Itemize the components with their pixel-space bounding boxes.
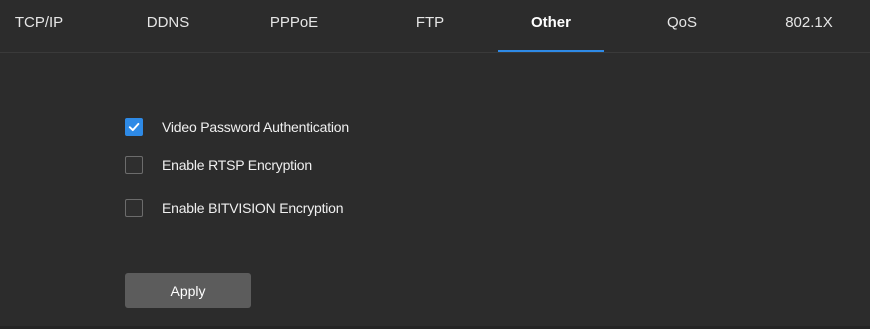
option-label: Enable BITVISION Encryption (162, 200, 344, 216)
tab-bar: TCP/IP DDNS PPPoE FTP Other QoS 802.1X (0, 0, 870, 53)
tab-label: FTP (415, 14, 445, 31)
other-settings-content: Video Password Authentication Enable RTS… (0, 53, 870, 329)
checkmark-icon (128, 122, 140, 132)
tab-other[interactable]: Other (498, 0, 604, 52)
tab-label: QoS (666, 14, 697, 31)
network-settings-panel: TCP/IP DDNS PPPoE FTP Other QoS 802.1X V… (0, 0, 870, 329)
video-password-authentication-checkbox[interactable] (125, 118, 143, 136)
apply-button[interactable]: Apply (125, 273, 251, 308)
enable-rtsp-encryption-option[interactable]: Enable RTSP Encryption (125, 155, 312, 175)
option-label: Video Password Authentication (162, 119, 349, 135)
active-tab-indicator (498, 50, 604, 52)
tab-qos[interactable]: QoS (662, 0, 702, 52)
tab-802-1x[interactable]: 802.1X (780, 0, 838, 52)
enable-rtsp-encryption-checkbox[interactable] (125, 156, 143, 174)
tab-label: Other (530, 14, 571, 31)
tab-label: DDNS (146, 14, 190, 31)
tab-tcp-ip[interactable]: TCP/IP (8, 0, 70, 52)
video-password-authentication-option[interactable]: Video Password Authentication (125, 117, 349, 137)
tab-pppoe[interactable]: PPPoE (262, 0, 326, 52)
tab-label: 802.1X (785, 14, 833, 31)
enable-bitvision-encryption-checkbox[interactable] (125, 199, 143, 217)
tab-ftp[interactable]: FTP (410, 0, 450, 52)
enable-bitvision-encryption-option[interactable]: Enable BITVISION Encryption (125, 198, 344, 218)
tab-label: TCP/IP (14, 14, 64, 31)
option-label: Enable RTSP Encryption (162, 157, 312, 173)
tab-label: PPPoE (269, 14, 319, 31)
tab-ddns[interactable]: DDNS (140, 0, 196, 52)
